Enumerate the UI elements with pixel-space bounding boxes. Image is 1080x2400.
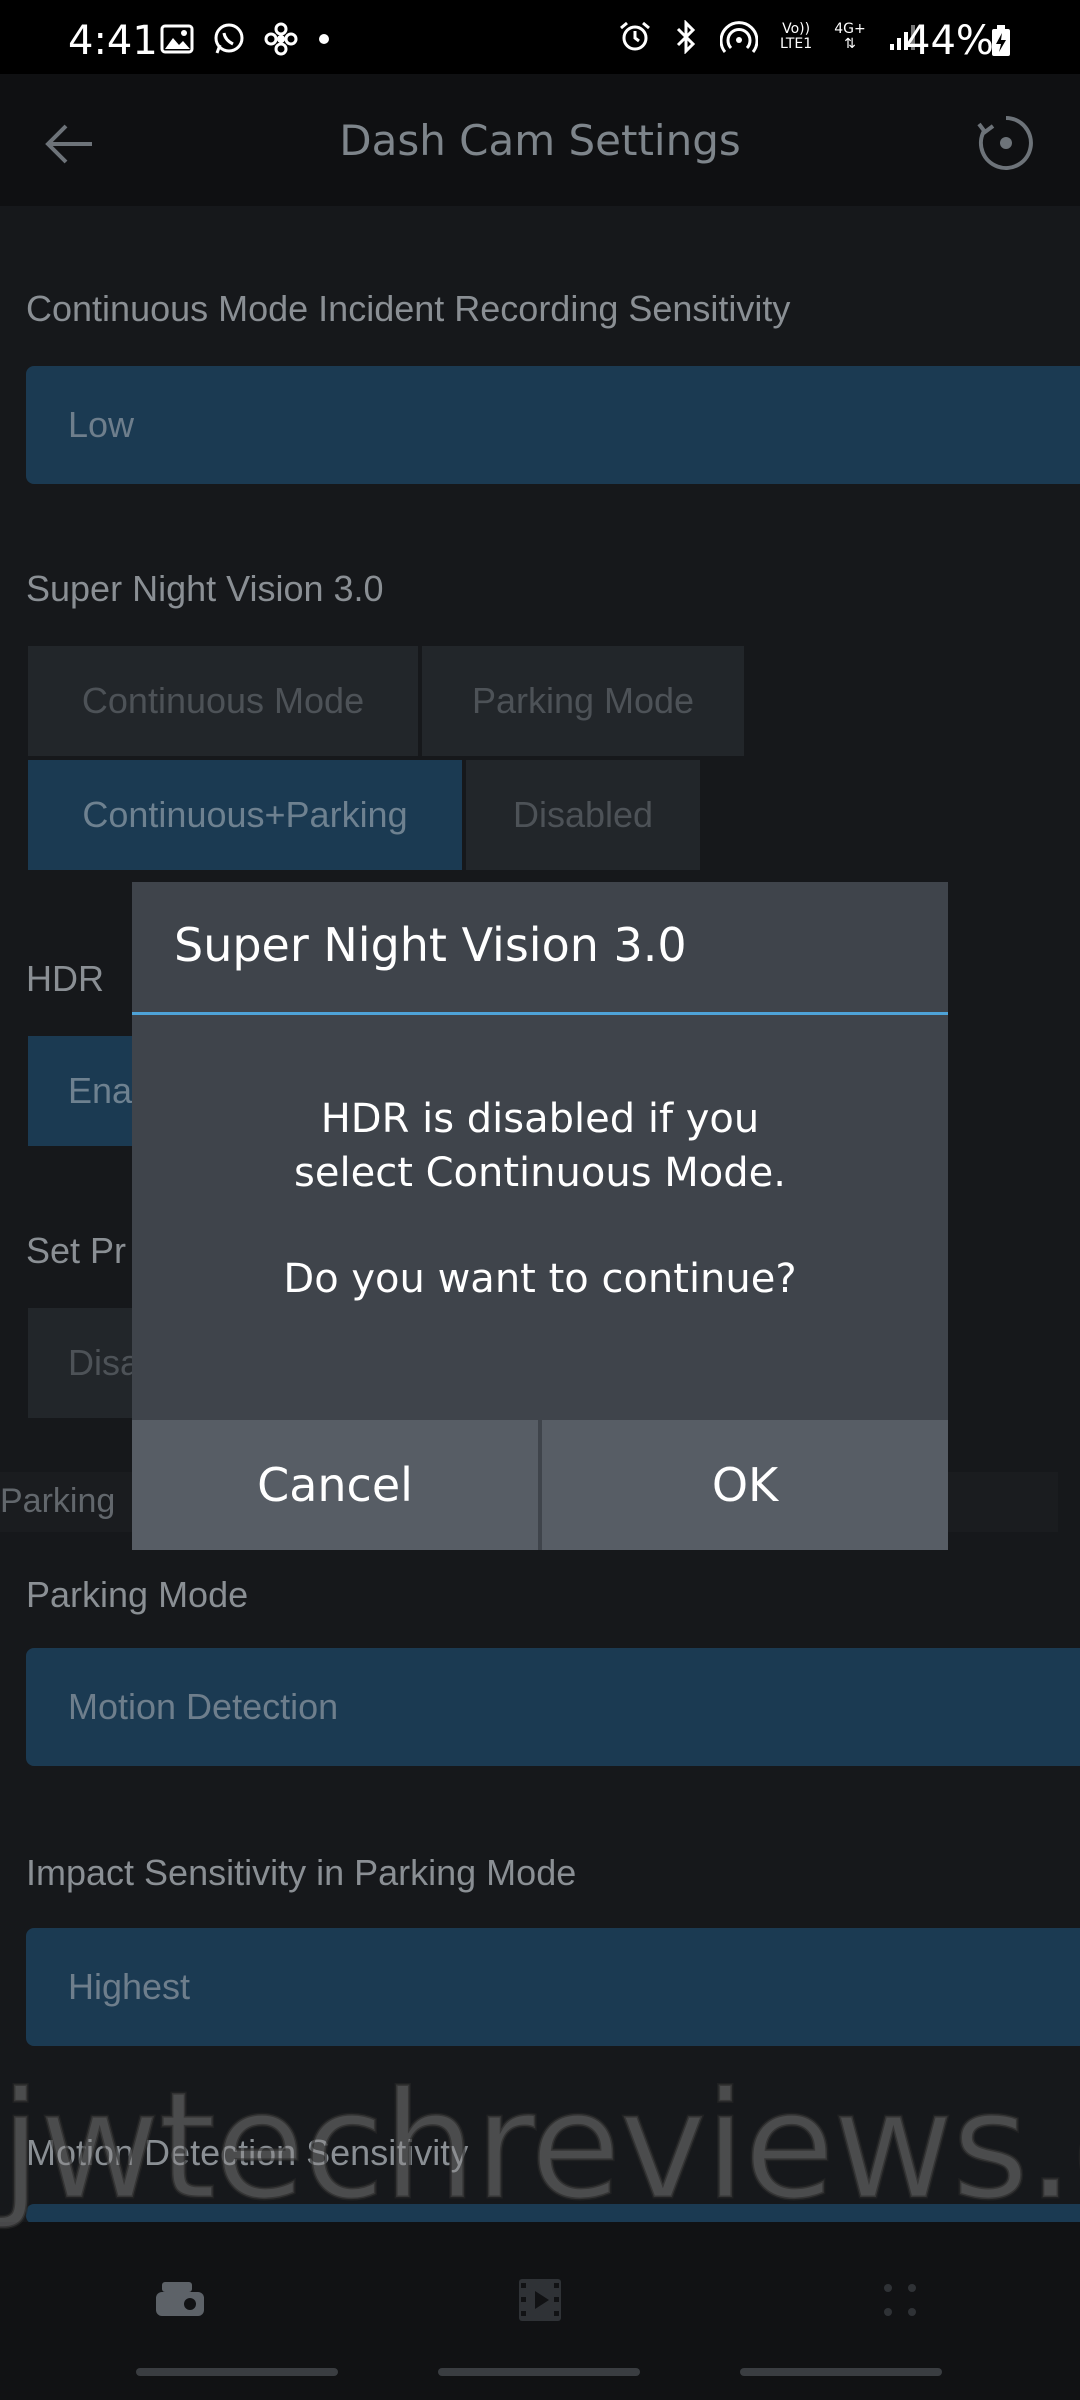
nav-dashcam[interactable] [140,2260,220,2340]
dialog-message-line1: HDR is disabled if you [320,1096,760,1142]
dialog-message-line2: select Continuous Mode. [294,1150,786,1196]
impact-sensitivity-dropdown[interactable]: Highest [26,1928,1080,2046]
parking-banner-label: Parking [0,1482,116,1520]
status-bar: 4:41 Vo)) LTE1 4G+ ⇅ 44% [0,0,1080,74]
impact-sensitivity-label: Impact Sensitivity in Parking Mode [26,1852,577,1893]
page-title: Dash Cam Settings [339,116,741,165]
whatsapp-icon [212,22,246,56]
gallery-icon [160,24,194,54]
network-label: 4G+ [834,21,866,37]
system-nav-recents[interactable] [136,2368,338,2376]
dialog-title: Super Night Vision 3.0 [174,918,687,972]
bluetooth-icon [674,20,698,54]
snv-option-disabled[interactable]: Disabled [466,760,700,870]
dashcam-icon [156,2282,204,2316]
snv-option-continuous-parking[interactable]: Continuous+Parking [28,760,462,870]
dialog-message-line3: Do you want to continue? [283,1256,797,1302]
set-pr-label: Set Pr [26,1230,127,1271]
hotspot-icon [720,20,758,54]
film-icon [519,2279,561,2321]
incident-sensitivity-dropdown[interactable]: Low [26,366,1080,484]
status-left-icons [160,22,332,56]
nav-more[interactable] [860,2260,940,2340]
data-arrows: ⇅ [844,36,856,52]
battery-percent: 44% [905,18,994,64]
system-nav-back[interactable] [740,2368,942,2376]
confirm-dialog: Super Night Vision 3.0 HDR is disabled i… [132,882,948,1550]
4g-icon: 4G+ ⇅ [834,22,866,52]
reset-icon [977,116,1033,170]
incident-sensitivity-label: Continuous Mode Incident Recording Sensi… [26,288,791,329]
lte-label: LTE1 [780,36,813,52]
ok-button[interactable]: OK [542,1420,948,1550]
app-bar: Dash Cam Settings [0,74,1080,206]
super-night-vision-label: Super Night Vision 3.0 [26,568,384,609]
parking-mode-dropdown[interactable]: Motion Detection [26,1648,1080,1766]
motion-detection-label: Motion Detection Sensitivity [26,2132,469,2173]
fan-icon [264,22,298,56]
volte-label: Vo)) [782,21,811,37]
cancel-button[interactable]: Cancel [132,1420,538,1550]
snv-option-continuous[interactable]: Continuous Mode [28,646,418,756]
motion-detection-dropdown[interactable] [26,2204,1080,2224]
system-nav-home[interactable] [438,2368,640,2376]
battery-charging-icon [990,24,1012,58]
incident-sensitivity-value: Low [68,404,135,445]
hdr-label: HDR [26,958,104,999]
parking-mode-label: Parking Mode [26,1574,249,1615]
volte-icon: Vo)) LTE1 [780,22,812,52]
status-time: 4:41 [68,18,158,64]
alarm-icon [618,20,652,54]
status-right-icons: Vo)) LTE1 4G+ ⇅ [618,20,918,54]
impact-sensitivity-value: Highest [68,1966,191,2007]
dot-icon [316,31,332,47]
parking-mode-value: Motion Detection [68,1686,339,1727]
bottom-nav [0,2222,1080,2400]
reset-button[interactable] [975,112,1037,174]
dialog-divider [132,1012,948,1015]
grid-dots-icon [884,2284,916,2316]
snv-option-parking[interactable]: Parking Mode [422,646,744,756]
nav-videos[interactable] [500,2260,580,2340]
